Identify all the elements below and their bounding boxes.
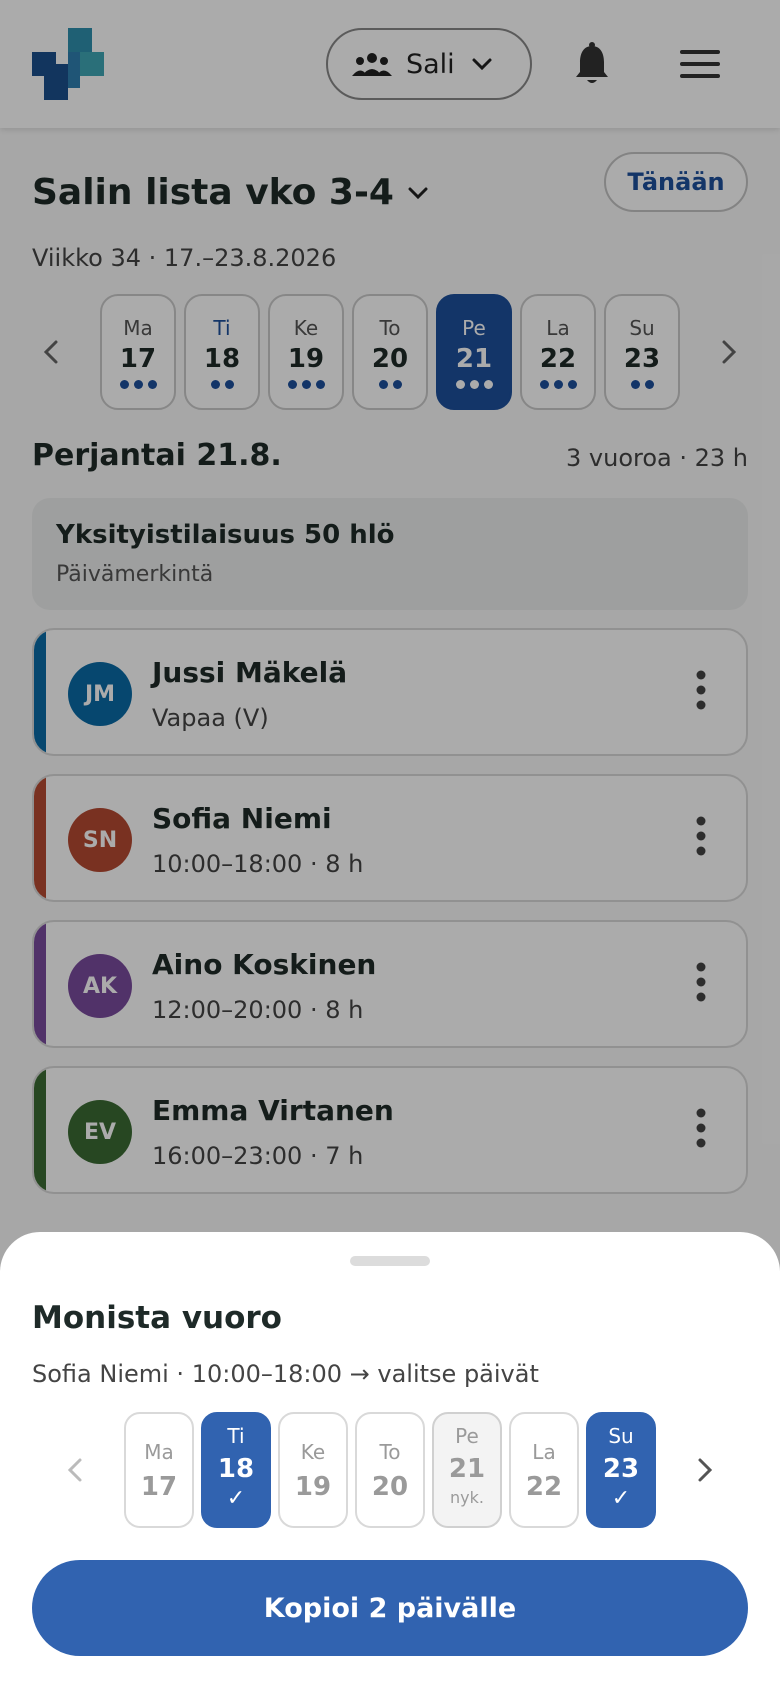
day-name: Pe — [455, 1424, 479, 1448]
checkmark-icon: ✓ — [611, 1486, 631, 1511]
pick-day-ti[interactable]: Ti 18 ✓ — [201, 1412, 271, 1528]
day-date: 17 — [140, 1472, 178, 1502]
day-name: To — [379, 1440, 401, 1464]
day-date: 22 — [525, 1472, 563, 1502]
sheet-subtitle: Sofia Niemi · 10:00–18:00 → valitse päiv… — [32, 1360, 539, 1388]
pick-day-pe-current: Pe 21 nyk. — [432, 1412, 502, 1528]
chevron-left-icon — [67, 1458, 82, 1482]
current-day-marker: nyk. — [450, 1488, 484, 1507]
pick-day-su[interactable]: Su 23 ✓ — [586, 1412, 656, 1528]
day-name: La — [532, 1440, 556, 1464]
pick-day-la[interactable]: La 22 — [509, 1412, 579, 1528]
pick-day-to[interactable]: To 20 — [355, 1412, 425, 1528]
pick-day-ke[interactable]: Ke 19 — [278, 1412, 348, 1528]
sheet-next-button[interactable] — [690, 1450, 720, 1490]
sheet-drag-handle[interactable] — [350, 1256, 430, 1266]
day-name: Ma — [144, 1440, 174, 1464]
day-date: 18 — [217, 1454, 255, 1484]
day-name: Ti — [227, 1424, 245, 1448]
day-name: Su — [608, 1424, 634, 1448]
chevron-right-icon — [698, 1458, 713, 1482]
day-date: 19 — [294, 1472, 332, 1502]
day-date: 20 — [371, 1472, 409, 1502]
pick-day-ma[interactable]: Ma 17 — [124, 1412, 194, 1528]
day-date: 23 — [602, 1454, 640, 1484]
sheet-title: Monista vuoro — [32, 1300, 282, 1336]
day-name: Ke — [300, 1440, 326, 1464]
copy-shift-button[interactable]: Kopioi 2 päivälle — [32, 1560, 748, 1656]
day-date: 21 — [448, 1454, 486, 1484]
duplicate-shift-sheet: Monista vuoro Sofia Niemi · 10:00–18:00 … — [0, 1232, 780, 1688]
checkmark-icon: ✓ — [226, 1486, 246, 1511]
sheet-previous-button[interactable] — [60, 1450, 90, 1490]
